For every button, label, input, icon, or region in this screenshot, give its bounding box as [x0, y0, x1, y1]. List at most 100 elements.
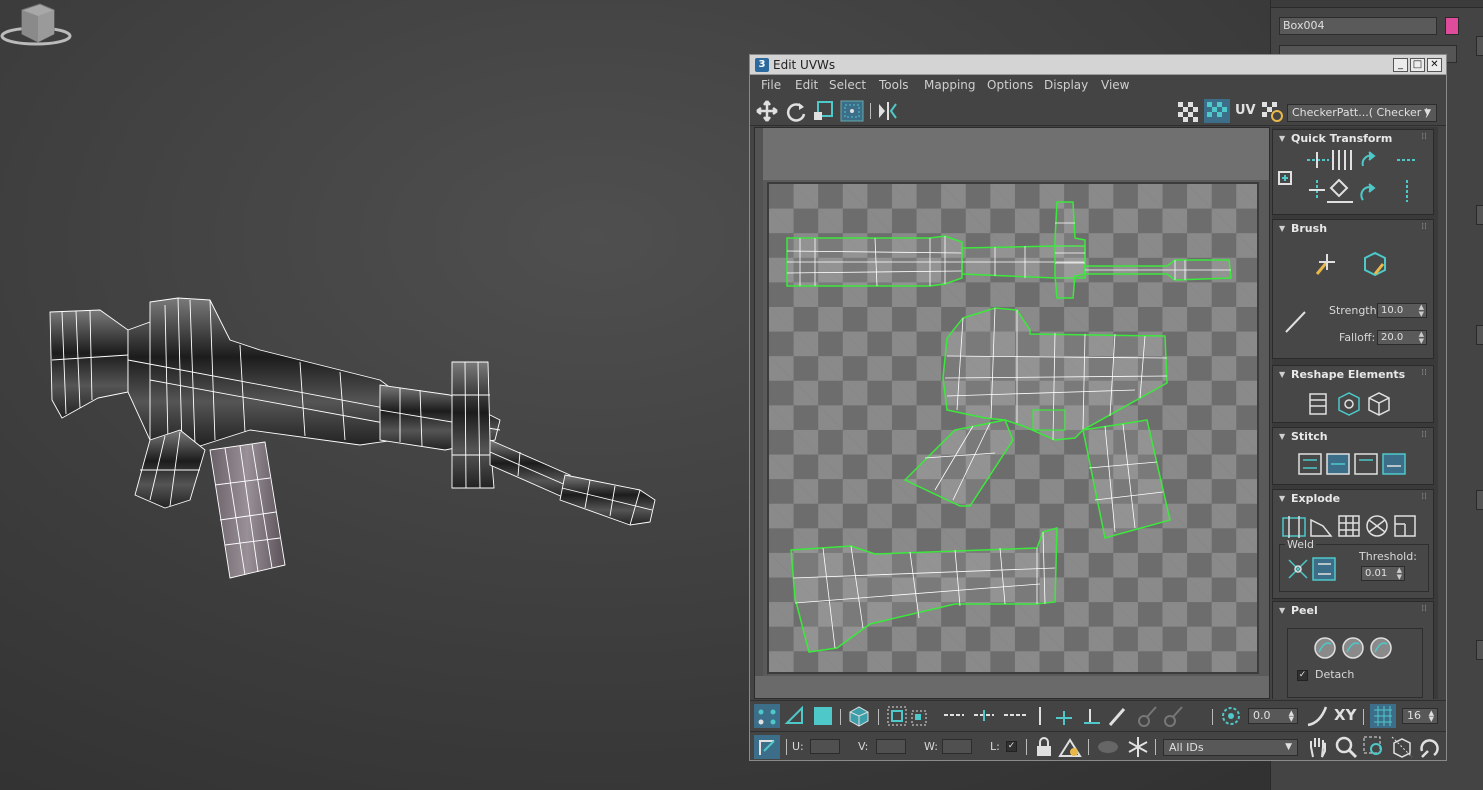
grid-snap-icon[interactable] [1370, 704, 1396, 728]
freeze-snowflake-icon[interactable] [1126, 736, 1150, 758]
soft-selection-icon[interactable] [1220, 705, 1242, 727]
toolbar-separator [1155, 739, 1156, 755]
falloff-curve-icon[interactable] [1306, 705, 1328, 727]
zoom-magnifier-icon[interactable] [1334, 735, 1358, 759]
vertex-mode-icon[interactable] [754, 704, 780, 728]
uv-shells[interactable] [755, 128, 1270, 699]
title-bar[interactable]: 3 Edit UVWs _ □ ✕ [750, 55, 1446, 75]
panel-side-tab[interactable] [1476, 205, 1483, 225]
toolbar-separator [1212, 709, 1213, 725]
object-name-field[interactable]: Box004 [1279, 17, 1437, 35]
rollout-header[interactable]: ▼ Brush ⁞⁞ [1273, 220, 1433, 238]
pin-tools-icon[interactable] [1136, 705, 1190, 727]
freeform-mode-icon[interactable] [840, 100, 864, 122]
explode-buttons[interactable] [1281, 512, 1431, 540]
edit-uvws-window[interactable]: 3 Edit UVWs _ □ ✕ File Edit Select Tools… [749, 54, 1447, 761]
viewcube-icon[interactable] [0, 0, 80, 50]
polygon-mode-icon[interactable] [812, 705, 834, 727]
rotate-icon[interactable] [785, 100, 807, 122]
edge-mode-icon[interactable] [784, 705, 806, 727]
show-map-icon[interactable] [1176, 100, 1200, 122]
strength-value: 10.0 [1381, 305, 1404, 316]
v-label: V: [858, 740, 869, 753]
relax-brush-icon[interactable] [1361, 250, 1389, 278]
uv-editor-canvas[interactable] [754, 127, 1270, 699]
w-coordinate-field[interactable] [942, 739, 972, 754]
reshape-elements-title: Reshape Elements [1291, 368, 1406, 381]
zoom-region-icon[interactable] [1362, 735, 1386, 759]
rollout-header[interactable]: ▼ Reshape Elements ⁞⁞ [1273, 366, 1433, 384]
strength-spinner[interactable]: 10.0 ▲ ▼ [1377, 303, 1427, 318]
rollout-header[interactable]: ▼ Explode ⁞⁞ [1273, 490, 1433, 508]
uv-space-label[interactable]: UV [1235, 103, 1256, 118]
absolute-offset-icon[interactable] [754, 735, 780, 759]
menu-edit[interactable]: Edit [795, 78, 818, 93]
threshold-spinner[interactable]: 0.01 ▲ ▼ [1361, 566, 1405, 581]
panel-side-tab[interactable] [1476, 325, 1483, 345]
grow-shrink-selection-icon[interactable] [886, 705, 930, 727]
menu-select[interactable]: Select [829, 78, 866, 93]
chevron-down-icon: ▼ [1424, 108, 1431, 118]
scale-icon[interactable] [812, 100, 834, 122]
rollout-header[interactable]: ▼ Peel ⁞⁞ [1273, 602, 1433, 620]
peel-title: Peel [1291, 604, 1318, 617]
checker-map-icon[interactable] [1204, 99, 1230, 123]
panel-side-tab[interactable] [1476, 490, 1483, 510]
reshape-elements-rollout: ▼ Reshape Elements ⁞⁞ [1272, 365, 1434, 423]
minimize-button[interactable]: _ [1393, 58, 1408, 72]
lock-icon[interactable] [1034, 736, 1054, 758]
map-settings-icon[interactable] [1260, 100, 1284, 122]
uv-shell-receiver [903, 307, 1171, 539]
brush-falloff-icon[interactable] [1283, 308, 1309, 336]
detach-checkbox[interactable]: ✓ [1297, 670, 1308, 681]
quick-transform-title: Quick Transform [1291, 132, 1393, 145]
paint-move-brush-icon[interactable] [1313, 250, 1341, 278]
panel-side-tab[interactable] [1476, 36, 1483, 56]
zoom-extents-icon[interactable] [1390, 735, 1414, 759]
falloff-spinner[interactable]: 20.0 ▲ ▼ [1377, 330, 1427, 345]
menu-view[interactable]: View [1101, 78, 1129, 93]
move-icon[interactable] [756, 100, 778, 122]
maximize-button[interactable]: □ [1410, 58, 1425, 72]
rollout-panel[interactable]: ▼ Quick Transform ⁞⁞ ▼ Brush ⁞⁞ Strength… [1272, 127, 1438, 699]
quick-transform-buttons[interactable] [1277, 150, 1433, 212]
mirror-icon[interactable] [876, 100, 898, 122]
soft-selection-value[interactable]: 0.0 ▲ ▼ [1248, 708, 1298, 724]
grip-icon: ⁞⁞ [1421, 430, 1427, 440]
material-id-dropdown[interactable]: All IDs ▼ [1163, 739, 1298, 756]
collapse-triangle-icon: ▼ [1279, 370, 1286, 379]
hide-icon[interactable] [1058, 736, 1082, 758]
close-button[interactable]: ✕ [1427, 58, 1442, 72]
texture-dropdown[interactable]: CheckerPatt...( Checker ) ▼ [1287, 104, 1437, 122]
lock-checkbox[interactable]: ✓ [1006, 741, 1017, 752]
menu-options[interactable]: Options [987, 78, 1033, 93]
v-coordinate-field[interactable] [876, 739, 906, 754]
rollout-header[interactable]: ▼ Stitch ⁞⁞ [1273, 428, 1433, 446]
xy-space-toggle[interactable]: XY [1334, 706, 1356, 724]
weld-buttons[interactable] [1285, 556, 1337, 582]
rollout-header[interactable]: ▼ Quick Transform ⁞⁞ [1273, 130, 1433, 148]
object-color-swatch[interactable] [1445, 17, 1459, 35]
u-coordinate-field[interactable] [810, 739, 840, 754]
strength-label: Strength: [1329, 304, 1381, 317]
quick-transform-rollout: ▼ Quick Transform ⁞⁞ [1272, 129, 1434, 215]
menu-display[interactable]: Display [1044, 78, 1088, 93]
grid-size-value[interactable]: 16 ▲ ▼ [1402, 708, 1438, 724]
menu-mapping[interactable]: Mapping [924, 78, 976, 93]
stitch-buttons[interactable] [1297, 450, 1427, 478]
grip-icon: ⁞⁞ [1421, 492, 1427, 502]
peel-buttons[interactable] [1313, 634, 1397, 662]
uv-shell-stock [790, 526, 1058, 653]
pin-paint-selection-icons[interactable] [1034, 705, 1134, 727]
reshape-buttons[interactable] [1307, 390, 1403, 418]
command-panel-tabs[interactable] [1271, 0, 1483, 8]
pan-hand-icon[interactable] [1306, 735, 1330, 759]
window-title: Edit UVWs [773, 58, 836, 72]
element-mode-icon[interactable] [848, 705, 870, 727]
show-icon[interactable] [1096, 738, 1120, 756]
loop-ring-selection-icon[interactable] [942, 709, 1032, 723]
menu-tools[interactable]: Tools [879, 78, 909, 93]
menu-file[interactable]: File [761, 78, 781, 93]
panel-side-tab[interactable] [1476, 640, 1483, 660]
zoom-selected-icon[interactable] [1418, 735, 1442, 759]
